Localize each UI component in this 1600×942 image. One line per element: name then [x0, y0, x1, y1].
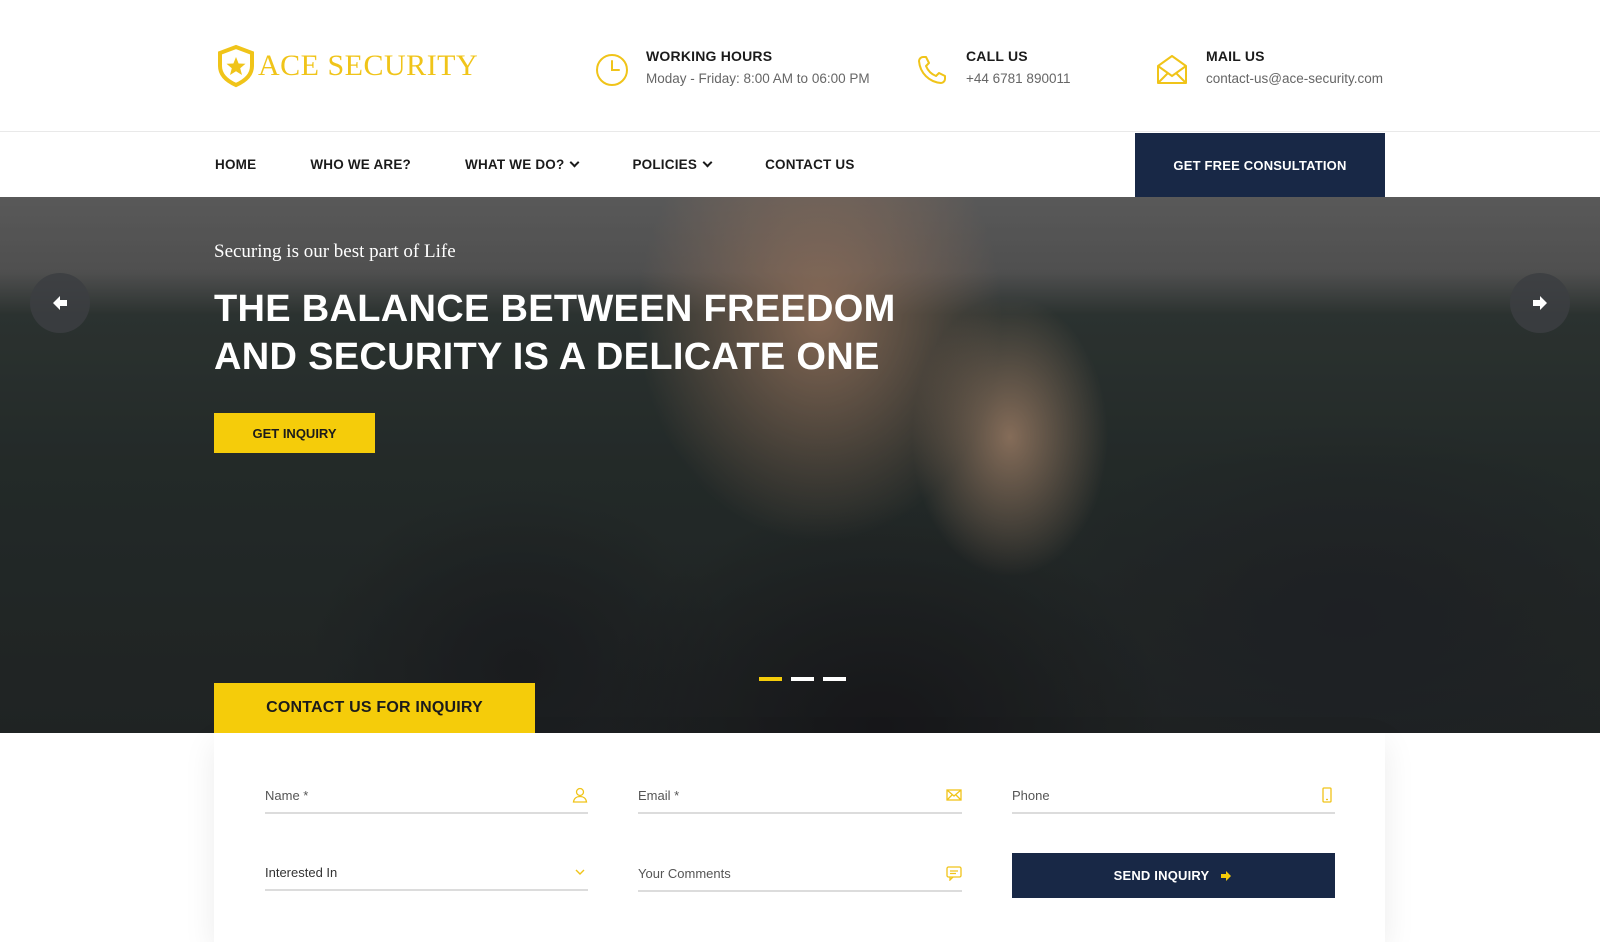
slider-dot-2[interactable] [791, 677, 814, 681]
nav-item-home[interactable]: HOME [215, 157, 256, 172]
mail-us-value[interactable]: contact-us@ace-security.com [1206, 68, 1383, 90]
clock-icon [596, 54, 628, 86]
chevron-down-icon [575, 869, 585, 875]
arrow-right-icon [1533, 296, 1547, 310]
hero-title: THE BALANCE BETWEEN FREEDOM AND SECURITY… [214, 288, 896, 378]
working-hours-title: WORKING HOURS [646, 48, 773, 64]
mail-us-info: MAIL US contact-us@ace-security.com [1154, 46, 1383, 90]
slider-prev-button[interactable] [30, 273, 90, 333]
working-hours-info: WORKING HOURS Moday - Friday: 8:00 AM to… [594, 46, 870, 90]
envelope-icon [1157, 55, 1187, 84]
logo[interactable]: ACE SECURITY [214, 44, 478, 88]
brand-name: ACE SECURITY [258, 49, 479, 82]
chat-icon [946, 866, 962, 881]
comments-field[interactable]: Your Comments [638, 856, 962, 892]
nav-item-what-we-do[interactable]: WHAT WE DO? [465, 157, 580, 172]
nav-item-contact-us[interactable]: CONTACT US [765, 157, 855, 172]
call-us-value[interactable]: +44 6781 890011 [966, 68, 1070, 90]
chevron-down-icon [570, 157, 580, 168]
send-inquiry-button[interactable]: SEND INQUIRY [1012, 853, 1335, 898]
mobile-icon [1322, 787, 1332, 803]
call-us-info: CALL US +44 6781 890011 [914, 46, 1070, 90]
hero-subtitle: Securing is our best part of Life [214, 241, 456, 262]
arrow-left-icon [53, 296, 67, 310]
user-icon [572, 787, 588, 803]
mail-us-title: MAIL US [1206, 48, 1265, 64]
name-placeholder: Name * [265, 787, 309, 803]
contact-inquiry-tab: CONTACT US FOR INQUIRY [214, 683, 535, 733]
slider-dots [759, 677, 855, 681]
phone-field[interactable]: Phone [1012, 778, 1335, 814]
working-hours-value: Moday - Friday: 8:00 AM to 06:00 PM [646, 71, 870, 86]
slider-next-button[interactable] [1510, 273, 1570, 333]
comments-placeholder: Your Comments [638, 865, 731, 881]
shield-star-icon [218, 44, 254, 88]
call-us-title: CALL US [966, 48, 1028, 64]
interested-in-value: Interested In [265, 864, 338, 880]
chevron-down-icon [702, 157, 713, 168]
phone-icon [918, 56, 946, 84]
envelope-icon [946, 789, 962, 801]
nav-item-who-we-are[interactable]: WHO WE ARE? [310, 157, 411, 172]
hero-slider: Securing is our best part of Life THE BA… [0, 197, 1600, 733]
email-field[interactable]: Email * [638, 778, 962, 814]
send-inquiry-label: SEND INQUIRY [1113, 868, 1210, 883]
email-placeholder: Email * [638, 787, 680, 803]
slider-dot-1[interactable] [759, 677, 782, 681]
get-free-consultation-button[interactable]: GET FREE CONSULTATION [1135, 133, 1385, 197]
phone-placeholder: Phone [1012, 787, 1050, 803]
nav-item-policies[interactable]: POLICIES [632, 157, 713, 172]
top-header: ACE SECURITY WORKING HOURS Moday - Frida… [0, 0, 1600, 132]
slider-dot-3[interactable] [823, 677, 846, 681]
arrow-right-icon [1221, 870, 1232, 881]
inquiry-form: Name * Email * Phone Interested In Your … [214, 733, 1385, 942]
get-inquiry-button[interactable]: GET INQUIRY [214, 413, 375, 453]
interested-in-select[interactable]: Interested In [265, 855, 588, 891]
name-field[interactable]: Name * [265, 778, 588, 814]
